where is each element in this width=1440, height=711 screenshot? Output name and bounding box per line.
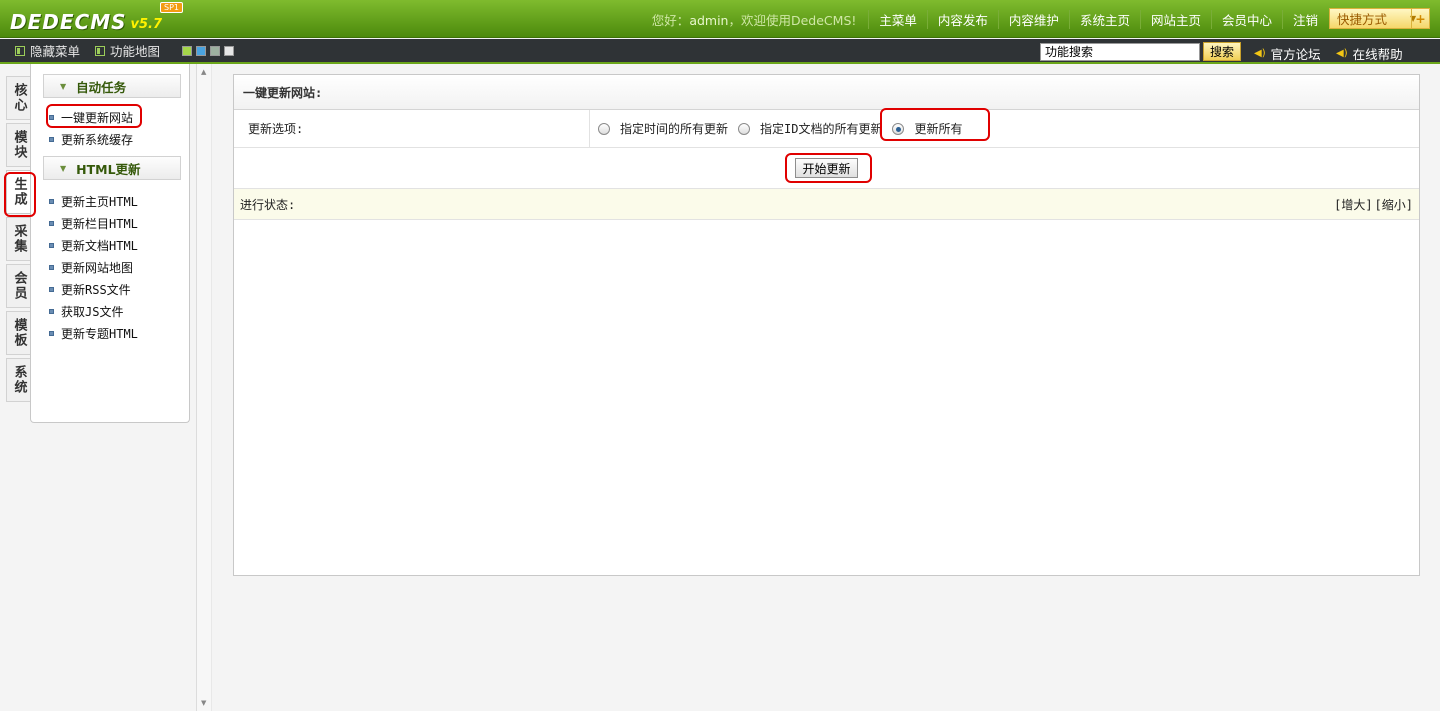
menu-item-update-rss[interactable]: 更新RSS文件 (49, 278, 189, 300)
nav-logout[interactable]: 注销 (1281, 9, 1328, 29)
update-options-label: 更新选项: (234, 110, 590, 147)
bullet-icon (49, 198, 54, 204)
nav-system-home[interactable]: 系统主页 (1068, 9, 1140, 29)
update-options-row: 更新选项: 指定时间的所有更新 指定ID文档的所有更新 更新所有 (234, 110, 1419, 148)
bullet-icon (49, 330, 54, 336)
quick-access-label: 快捷方式 (1337, 12, 1388, 27)
menu-item-update-topic-html[interactable]: 更新专题HTML (49, 322, 189, 344)
menu-item-update-home-html[interactable]: 更新主页HTML (49, 190, 189, 212)
logo-badge: SP1 (160, 2, 183, 13)
highlight-ring-start-button (785, 153, 872, 183)
main-content-panel: 一键更新网站: 更新选项: 指定时间的所有更新 指定ID文档的所有更新 更新所有… (233, 74, 1420, 576)
theme-swatch-blue[interactable] (196, 45, 207, 56)
theme-swatch-gray[interactable] (210, 45, 221, 56)
tab-modules[interactable]: 模块 (6, 123, 30, 167)
official-forum-link[interactable]: ◀) 官方论坛 (1254, 44, 1321, 63)
tab-collect[interactable]: 采集 (6, 217, 30, 261)
radio-by-id[interactable] (738, 122, 751, 135)
logo-version: v5.7 (130, 17, 163, 32)
highlight-ring-generate-tab (4, 172, 36, 217)
nav-member-center[interactable]: 会员中心 (1210, 9, 1282, 29)
option-by-id[interactable]: 指定ID文档的所有更新 (738, 120, 882, 137)
zoom-in-link[interactable]: [增大] (1334, 198, 1372, 212)
add-shortcut-button[interactable]: + (1411, 9, 1429, 28)
bullet-icon (49, 308, 54, 314)
menu-item-get-js[interactable]: 获取JS文件 (49, 300, 189, 322)
search-button[interactable]: 搜索 (1203, 42, 1242, 61)
dedecms-logo[interactable]: DEDECMS v5.7 SP1 (10, 2, 183, 34)
nav-main-menu[interactable]: 主菜单 (868, 9, 927, 29)
radio-by-time[interactable] (598, 122, 610, 135)
tab-members[interactable]: 会员 (6, 264, 30, 308)
panel-scrollbar[interactable]: ▲ ▼ (196, 64, 212, 711)
menu-group-html-update[interactable]: ▼ HTML更新 (43, 156, 181, 180)
zoom-controls: [增大] [缩小] (1332, 196, 1413, 213)
menu-item-update-column-html[interactable]: 更新栏目HTML (49, 212, 189, 234)
function-search-input[interactable] (1040, 42, 1200, 61)
grid-icon (95, 45, 106, 56)
tab-templates[interactable]: 模板 (6, 311, 30, 355)
scroll-up-icon[interactable]: ▲ (201, 68, 206, 76)
triangle-down-icon: ▼ (60, 163, 67, 173)
speaker-icon: ◀) (1254, 48, 1266, 59)
page-title: 一键更新网站: (234, 75, 1419, 110)
tab-system[interactable]: 系统 (6, 358, 30, 402)
menu-item-update-sitemap[interactable]: 更新网站地图 (49, 256, 189, 278)
html-update-list: 更新主页HTML 更新栏目HTML 更新文档HTML 更新网站地图 更新RSS文… (49, 190, 189, 344)
progress-status-label: 进行状态: (240, 197, 296, 212)
left-category-tabs: 核心 模块 生成 采集 会员 模板 系统 (6, 76, 30, 405)
tab-core[interactable]: 核心 (6, 76, 30, 120)
bullet-icon (49, 286, 54, 292)
menu-group-auto-tasks[interactable]: ▼ 自动任务 (43, 74, 181, 98)
nav-content-publish[interactable]: 内容发布 (926, 9, 998, 29)
speaker-icon: ◀) (1336, 48, 1348, 59)
triangle-down-icon: ▼ (60, 81, 67, 91)
online-help-link[interactable]: ◀) 在线帮助 (1336, 44, 1403, 63)
theme-swatches (182, 45, 238, 56)
option-by-time[interactable]: 指定时间的所有更新 (598, 120, 728, 137)
highlight-ring-one-click-update (46, 104, 142, 128)
bullet-icon (49, 242, 54, 248)
greeting-user: admin (689, 12, 729, 28)
logo-text: DEDECMS (10, 10, 127, 34)
top-header: DEDECMS v5.7 SP1 您好：admin，欢迎使用DedeCMS! 主… (0, 0, 1440, 38)
highlight-ring-update-all (880, 108, 990, 141)
scroll-down-icon[interactable]: ▼ (201, 699, 206, 707)
nav-content-maintain[interactable]: 内容维护 (997, 9, 1069, 29)
hide-menu-button[interactable]: 隐藏菜单 (15, 41, 80, 60)
quick-access-dropdown[interactable]: 快捷方式 ▼ + (1329, 8, 1430, 29)
greeting: 您好：admin，欢迎使用DedeCMS! (651, 12, 857, 28)
theme-swatch-green[interactable] (182, 45, 193, 56)
zoom-out-link[interactable]: [缩小] (1375, 198, 1413, 212)
function-search: 搜索 (1040, 42, 1242, 61)
sub-toolbar: 隐藏菜单 功能地图 搜索 ◀)官方论坛 ◀)在线帮助 (0, 39, 1440, 64)
nav-site-home[interactable]: 网站主页 (1139, 9, 1211, 29)
top-nav: 您好：admin，欢迎使用DedeCMS! 主菜单 内容发布 内容维护 系统主页… (652, 0, 1328, 38)
progress-status-bar: 进行状态: [增大] [缩小] (234, 189, 1419, 220)
menu-item-update-document-html[interactable]: 更新文档HTML (49, 234, 189, 256)
bullet-icon (49, 220, 54, 226)
bullet-icon (49, 264, 54, 270)
site-map-button[interactable]: 功能地图 (95, 41, 160, 60)
menu-item-update-cache[interactable]: 更新系统缓存 (49, 128, 189, 150)
theme-swatch-white[interactable] (224, 45, 235, 56)
panel-icon (15, 45, 25, 56)
bullet-icon (49, 136, 54, 142)
